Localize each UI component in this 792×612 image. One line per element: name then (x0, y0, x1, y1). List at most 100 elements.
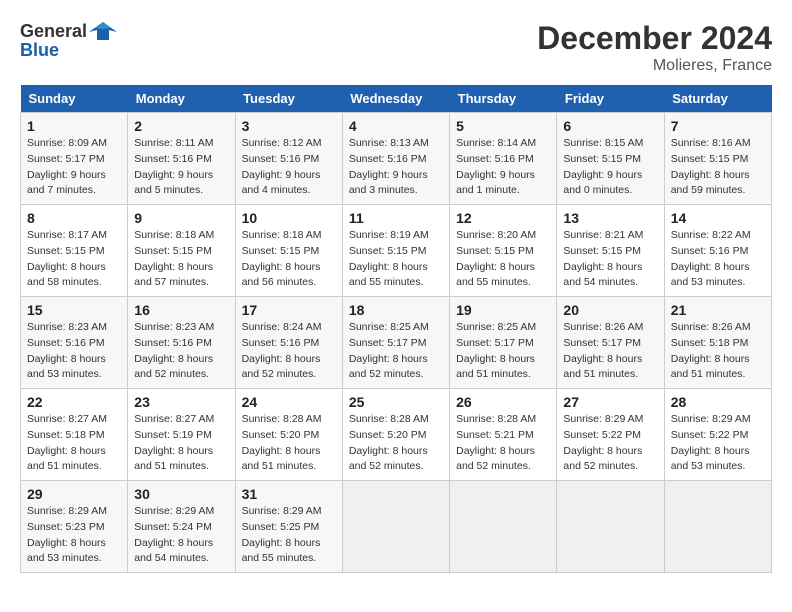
col-header-sunday: Sunday (21, 85, 128, 113)
day-detail: Sunrise: 8:11 AMSunset: 5:16 PMDaylight:… (134, 136, 228, 199)
calendar-day-cell: 12Sunrise: 8:20 AMSunset: 5:15 PMDayligh… (450, 205, 557, 297)
day-detail: Sunrise: 8:28 AMSunset: 5:20 PMDaylight:… (349, 412, 443, 475)
calendar-day-cell: 3 Sunrise: 8:12 AMSunset: 5:16 PMDaylight… (235, 113, 342, 205)
day-detail: Sunrise: 8:26 AMSunset: 5:18 PMDaylight:… (671, 320, 765, 383)
day-number: 24 (242, 394, 336, 410)
day-detail: Sunrise: 8:14 AMSunset: 5:16 PMDaylight:… (456, 136, 550, 199)
calendar-day-cell: 30 Sunrise: 8:29 AMSunset: 5:24 PMDayligh… (128, 481, 235, 573)
col-header-monday: Monday (128, 85, 235, 113)
day-detail: Sunrise: 8:29 AMSunset: 5:23 PMDaylight:… (27, 504, 121, 567)
day-number: 2 (134, 118, 228, 134)
day-number: 13 (563, 210, 657, 226)
col-header-saturday: Saturday (664, 85, 771, 113)
empty-cell (342, 481, 449, 573)
calendar-day-cell: 2 Sunrise: 8:11 AMSunset: 5:16 PMDaylight… (128, 113, 235, 205)
day-detail: Sunrise: 8:29 AMSunset: 5:22 PMDaylight:… (671, 412, 765, 475)
calendar-day-cell: 29 Sunrise: 8:29 AMSunset: 5:23 PMDayligh… (21, 481, 128, 573)
day-number: 22 (27, 394, 121, 410)
day-detail: Sunrise: 8:13 AMSunset: 5:16 PMDaylight:… (349, 136, 443, 199)
calendar-day-cell: 16Sunrise: 8:23 AMSunset: 5:16 PMDayligh… (128, 297, 235, 389)
page-header: General Blue December 2024 Molieres, Fra… (20, 20, 772, 75)
day-detail: Sunrise: 8:23 AMSunset: 5:16 PMDaylight:… (27, 320, 121, 383)
calendar-day-cell: 11 Sunrise: 8:19 AMSunset: 5:15 PMDayligh… (342, 205, 449, 297)
day-detail: Sunrise: 8:24 AMSunset: 5:16 PMDaylight:… (242, 320, 336, 383)
calendar-day-cell: 24 Sunrise: 8:28 AMSunset: 5:20 PMDayligh… (235, 389, 342, 481)
logo-blue-text: Blue (20, 40, 59, 61)
day-detail: Sunrise: 8:22 AMSunset: 5:16 PMDaylight:… (671, 228, 765, 291)
logo-general-text: General (20, 21, 87, 42)
calendar-day-cell: 17 Sunrise: 8:24 AMSunset: 5:16 PMDayligh… (235, 297, 342, 389)
calendar-week-row: 15 Sunrise: 8:23 AMSunset: 5:16 PMDayligh… (21, 297, 772, 389)
day-detail: Sunrise: 8:27 AMSunset: 5:18 PMDaylight:… (27, 412, 121, 475)
day-detail: Sunrise: 8:29 AMSunset: 5:25 PMDaylight:… (242, 504, 336, 567)
day-number: 1 (27, 118, 121, 134)
day-number: 29 (27, 486, 121, 502)
day-number: 3 (242, 118, 336, 134)
day-number: 17 (242, 302, 336, 318)
col-header-thursday: Thursday (450, 85, 557, 113)
day-detail: Sunrise: 8:12 AMSunset: 5:16 PMDaylight:… (242, 136, 336, 199)
calendar-week-row: 1 Sunrise: 8:09 AMSunset: 5:17 PMDaylight… (21, 113, 772, 205)
day-detail: Sunrise: 8:18 AMSunset: 5:15 PMDaylight:… (134, 228, 228, 291)
day-detail: Sunrise: 8:26 AMSunset: 5:17 PMDaylight:… (563, 320, 657, 383)
day-number: 14 (671, 210, 765, 226)
title-block: December 2024 Molieres, France (537, 20, 772, 75)
calendar-day-cell: 25 Sunrise: 8:28 AMSunset: 5:20 PMDayligh… (342, 389, 449, 481)
day-number: 10 (242, 210, 336, 226)
day-detail: Sunrise: 8:18 AMSunset: 5:15 PMDaylight:… (242, 228, 336, 291)
day-number: 5 (456, 118, 550, 134)
day-detail: Sunrise: 8:17 AMSunset: 5:15 PMDaylight:… (27, 228, 121, 291)
day-number: 30 (134, 486, 228, 502)
day-detail: Sunrise: 8:28 AMSunset: 5:21 PMDaylight:… (456, 412, 550, 475)
day-number: 19 (456, 302, 550, 318)
day-number: 28 (671, 394, 765, 410)
calendar-day-cell: 22 Sunrise: 8:27 AMSunset: 5:18 PMDayligh… (21, 389, 128, 481)
day-number: 18 (349, 302, 443, 318)
day-number: 15 (27, 302, 121, 318)
calendar-day-cell: 9 Sunrise: 8:18 AMSunset: 5:15 PMDaylight… (128, 205, 235, 297)
day-detail: Sunrise: 8:19 AMSunset: 5:15 PMDaylight:… (349, 228, 443, 291)
day-detail: Sunrise: 8:29 AMSunset: 5:22 PMDaylight:… (563, 412, 657, 475)
day-detail: Sunrise: 8:29 AMSunset: 5:24 PMDaylight:… (134, 504, 228, 567)
calendar-day-cell: 19Sunrise: 8:25 AMSunset: 5:17 PMDayligh… (450, 297, 557, 389)
calendar-day-cell: 26 Sunrise: 8:28 AMSunset: 5:21 PMDayligh… (450, 389, 557, 481)
calendar-day-cell: 15 Sunrise: 8:23 AMSunset: 5:16 PMDayligh… (21, 297, 128, 389)
calendar-day-cell: 10 Sunrise: 8:18 AMSunset: 5:15 PMDayligh… (235, 205, 342, 297)
day-number: 25 (349, 394, 443, 410)
day-detail: Sunrise: 8:21 AMSunset: 5:15 PMDaylight:… (563, 228, 657, 291)
calendar-day-cell: 28 Sunrise: 8:29 AMSunset: 5:22 PMDayligh… (664, 389, 771, 481)
day-detail: Sunrise: 8:28 AMSunset: 5:20 PMDaylight:… (242, 412, 336, 475)
day-detail: Sunrise: 8:15 AMSunset: 5:15 PMDaylight:… (563, 136, 657, 199)
calendar-day-cell: 23Sunrise: 8:27 AMSunset: 5:19 PMDayligh… (128, 389, 235, 481)
location: Molieres, France (537, 57, 772, 75)
calendar-day-cell: 8 Sunrise: 8:17 AMSunset: 5:15 PMDaylight… (21, 205, 128, 297)
day-number: 11 (349, 210, 443, 226)
calendar-week-row: 29 Sunrise: 8:29 AMSunset: 5:23 PMDayligh… (21, 481, 772, 573)
day-detail: Sunrise: 8:09 AMSunset: 5:17 PMDaylight:… (27, 136, 121, 199)
day-number: 8 (27, 210, 121, 226)
day-detail: Sunrise: 8:25 AMSunset: 5:17 PMDaylight:… (349, 320, 443, 383)
day-number: 26 (456, 394, 550, 410)
month-title: December 2024 (537, 20, 772, 57)
calendar-day-cell: 27 Sunrise: 8:29 AMSunset: 5:22 PMDayligh… (557, 389, 664, 481)
day-number: 23 (134, 394, 228, 410)
calendar-day-cell: 1 Sunrise: 8:09 AMSunset: 5:17 PMDaylight… (21, 113, 128, 205)
day-number: 21 (671, 302, 765, 318)
calendar-week-row: 22 Sunrise: 8:27 AMSunset: 5:18 PMDayligh… (21, 389, 772, 481)
day-number: 9 (134, 210, 228, 226)
day-number: 6 (563, 118, 657, 134)
calendar-day-cell: 5 Sunrise: 8:14 AMSunset: 5:16 PMDaylight… (450, 113, 557, 205)
day-number: 16 (134, 302, 228, 318)
calendar-week-row: 8 Sunrise: 8:17 AMSunset: 5:15 PMDaylight… (21, 205, 772, 297)
calendar-day-cell: 18 Sunrise: 8:25 AMSunset: 5:17 PMDayligh… (342, 297, 449, 389)
day-number: 27 (563, 394, 657, 410)
calendar-day-cell: 13 Sunrise: 8:21 AMSunset: 5:15 PMDayligh… (557, 205, 664, 297)
day-number: 31 (242, 486, 336, 502)
col-header-tuesday: Tuesday (235, 85, 342, 113)
empty-cell (450, 481, 557, 573)
calendar-day-cell: 21 Sunrise: 8:26 AMSunset: 5:18 PMDayligh… (664, 297, 771, 389)
calendar-day-cell: 20Sunrise: 8:26 AMSunset: 5:17 PMDayligh… (557, 297, 664, 389)
calendar-day-cell: 6 Sunrise: 8:15 AMSunset: 5:15 PMDaylight… (557, 113, 664, 205)
calendar-day-cell: 4Sunrise: 8:13 AMSunset: 5:16 PMDaylight… (342, 113, 449, 205)
empty-cell (664, 481, 771, 573)
